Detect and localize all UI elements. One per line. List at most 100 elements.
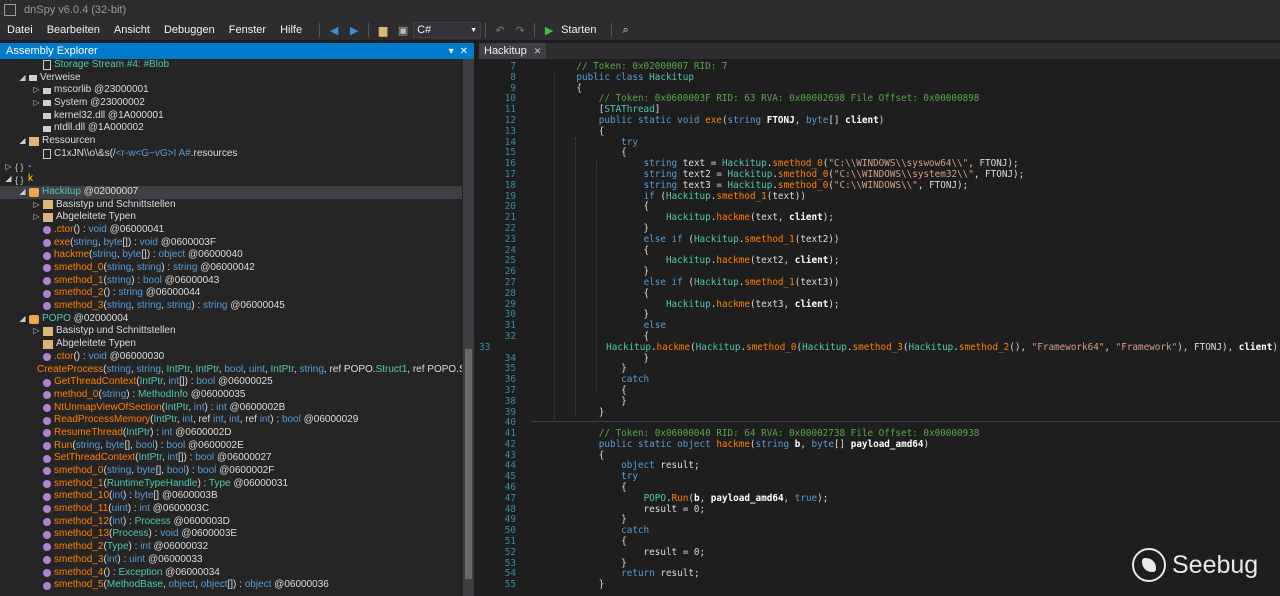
- tree-item[interactable]: ▷ Basistyp und Schnittstellen: [0, 199, 462, 212]
- expand-toggle-icon[interactable]: ▷: [32, 211, 41, 224]
- search-icon[interactable]: ⌕: [618, 22, 634, 38]
- scroll-thumb[interactable]: [465, 349, 472, 579]
- code-token: {: [554, 330, 650, 342]
- tree-item[interactable]: ntdll.dll @1A000002: [0, 122, 462, 135]
- expand-toggle-icon[interactable]: ◢: [18, 72, 27, 85]
- tree-item[interactable]: smethod_3(string, string, string) : stri…: [0, 300, 462, 313]
- expand-toggle-icon[interactable]: ◢: [18, 313, 27, 326]
- tree-item[interactable]: ▷{ } -: [0, 161, 462, 174]
- gutter: [520, 192, 554, 203]
- menu-hilfe[interactable]: Hilfe: [273, 24, 309, 36]
- label-segment: MethodInfo: [137, 388, 188, 400]
- tree-item[interactable]: ReadProcessMemory(IntPtr, int, ref int, …: [0, 414, 462, 427]
- code-token: payload_amd64: [850, 438, 924, 450]
- tree-item[interactable]: CreateProcess(string, string, IntPtr, In…: [0, 364, 462, 377]
- redo-icon[interactable]: ↷: [512, 22, 528, 38]
- line-number: 38: [504, 395, 516, 407]
- indent-guide: [596, 160, 597, 394]
- save-all-icon[interactable]: ▣: [395, 22, 411, 38]
- toolbar: ◀ ▶ ▆ ▣ C# ▼ ↶ ↷ ▶ Starten ⌕: [315, 20, 635, 40]
- expand-toggle-icon[interactable]: ▷: [32, 325, 41, 338]
- tree-item[interactable]: smethod_4() : Exception @06000034: [0, 567, 462, 580]
- expand-toggle-icon[interactable]: ◢: [18, 135, 27, 148]
- tree-item[interactable]: NtUnmapViewOfSection(IntPtr, int) : int …: [0, 402, 462, 415]
- tree-item[interactable]: exe(string, byte[]) : void @0600003F: [0, 237, 462, 250]
- tree-item[interactable]: ◢ POPO @02000004: [0, 313, 462, 326]
- open-folder-icon[interactable]: ▆: [375, 22, 391, 38]
- label-segment: string: [118, 287, 143, 299]
- tree-item[interactable]: smethod_11(uint) : int @0600003C: [0, 503, 462, 516]
- tree-item[interactable]: ◢ Hackitup @02000007: [0, 185, 462, 199]
- label-segment: ) :: [117, 553, 130, 565]
- tree-item[interactable]: Run(string, byte[], bool) : bool @060000…: [0, 440, 462, 453]
- expand-toggle-icon[interactable]: ▷: [32, 97, 41, 110]
- tree-item[interactable]: hackme(string, byte[]) : object @0600004…: [0, 249, 462, 262]
- panel-title: Assembly Explorer: [6, 45, 98, 57]
- label-segment: int: [168, 376, 180, 388]
- tree-item[interactable]: smethod_3(int) : uint @06000033: [0, 554, 462, 567]
- tree-item[interactable]: method_0(string) : MethodInfo @06000035: [0, 389, 462, 402]
- label-segment: @06000025: [215, 376, 273, 388]
- namespace-icon: { }: [15, 174, 24, 185]
- menu-bearbeiten[interactable]: Bearbeiten: [40, 24, 107, 36]
- start-button[interactable]: Starten: [561, 24, 596, 36]
- expand-toggle-icon[interactable]: ◢: [18, 186, 27, 199]
- tree-item[interactable]: smethod_13(Process) : void @0600003E: [0, 528, 462, 541]
- namespace-icon: { }: [15, 161, 24, 172]
- menu-debuggen[interactable]: Debuggen: [157, 24, 222, 36]
- tree-item[interactable]: Storage Stream #4: #Blob: [0, 59, 462, 72]
- forward-icon[interactable]: ▶: [346, 22, 362, 38]
- tree-item[interactable]: smethod_1(RuntimeTypeHandle) : Type @060…: [0, 478, 462, 491]
- tree-item[interactable]: .ctor() : void @06000041: [0, 224, 462, 237]
- tree-item[interactable]: kernel32.dll @1A000001: [0, 110, 462, 123]
- language-select[interactable]: C# ▼: [413, 22, 482, 38]
- tab-hackitup[interactable]: Hackitup ✕: [479, 43, 547, 59]
- tree-item[interactable]: ▷ mscorlib @23000001: [0, 84, 462, 97]
- tree-item[interactable]: ◢{ } k: [0, 173, 462, 186]
- code-editor[interactable]: 7 // Token: 0x02000007 RID: 78 public cl…: [479, 62, 1280, 596]
- tree-item[interactable]: Abgeleitete Typen: [0, 338, 462, 351]
- tree-scrollbar[interactable]: [463, 59, 474, 596]
- tree-item[interactable]: ◢ Ressourcen: [0, 135, 462, 148]
- menu-datei[interactable]: Datei: [0, 24, 40, 36]
- expand-toggle-icon[interactable]: ▷: [32, 84, 41, 97]
- tree-item[interactable]: ◢ Verweise: [0, 72, 462, 85]
- start-icon[interactable]: ▶: [541, 22, 557, 38]
- undo-icon[interactable]: ↶: [492, 22, 508, 38]
- tree-item[interactable]: SetThreadContext(IntPtr, int[]) : bool @…: [0, 452, 462, 465]
- expand-toggle-icon[interactable]: ▷: [4, 161, 13, 174]
- label-segment: string: [106, 262, 132, 273]
- menu-ansicht[interactable]: Ansicht: [107, 24, 157, 36]
- tree-item[interactable]: ResumeThread(IntPtr) : int @0600002D: [0, 427, 462, 440]
- tree-item[interactable]: smethod_0(string, string) : string @0600…: [0, 262, 462, 275]
- label-segment: System @23000002: [54, 97, 145, 109]
- expand-toggle-icon[interactable]: ▷: [32, 199, 41, 212]
- label-segment: string: [136, 262, 162, 273]
- label-segment: string: [136, 363, 161, 375]
- tree-item[interactable]: smethod_10(int) : byte[] @0600003B: [0, 490, 462, 503]
- tree-item[interactable]: smethod_2() : string @06000044: [0, 287, 462, 300]
- tree-item[interactable]: ▷ Basistyp und Schnittstellen: [0, 325, 462, 338]
- tree-item[interactable]: ▷ Abgeleitete Typen: [0, 211, 462, 224]
- tree-item[interactable]: smethod_2(Type) : int @06000032: [0, 541, 462, 554]
- close-icon[interactable]: ✕: [460, 46, 468, 57]
- code-token: []: [828, 114, 846, 126]
- tree-item-label: POPO @02000004: [42, 313, 128, 326]
- tree-item[interactable]: ▷ System @23000002: [0, 97, 462, 110]
- menu-fenster[interactable]: Fenster: [222, 24, 273, 36]
- tree-item[interactable]: .ctor() : void @06000030: [0, 351, 462, 364]
- tree-item[interactable]: smethod_12(int) : Process @0600003D: [0, 516, 462, 529]
- tree-item[interactable]: smethod_0(string, byte[], bool) : bool @…: [0, 465, 462, 478]
- dropdown-icon[interactable]: ▾: [449, 46, 454, 57]
- tree-item[interactable]: GetThreadContext(IntPtr, int[]) : bool @…: [0, 376, 462, 389]
- label-segment: IntPtr: [153, 414, 177, 426]
- back-icon[interactable]: ◀: [326, 22, 342, 38]
- tree-item[interactable]: C1xJN\\o\&s(/<r-w<G~vG>I A#.resources: [0, 148, 462, 161]
- app-icon: [4, 4, 16, 16]
- expand-toggle-icon[interactable]: ◢: [4, 173, 13, 186]
- assembly-tree[interactable]: Storage Stream #4: #Blob ◢ Verweise ▷ mscorl…: [0, 59, 462, 596]
- close-icon[interactable]: ✕: [534, 46, 542, 57]
- tree-item[interactable]: smethod_1(string) : bool @06000043: [0, 275, 462, 288]
- tree-item[interactable]: smethod_5(MethodBase, object, object[]) …: [0, 579, 462, 592]
- label-segment: byte: [105, 439, 125, 451]
